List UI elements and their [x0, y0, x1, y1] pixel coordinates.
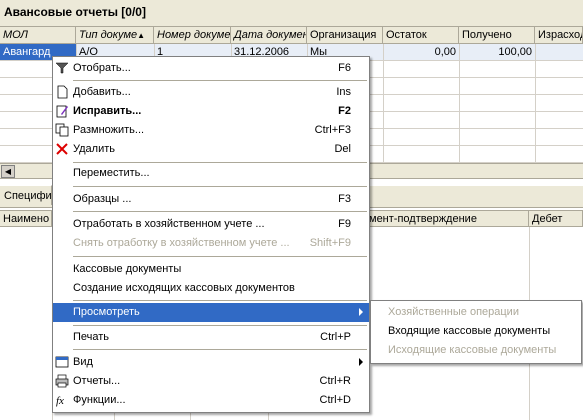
menu-separator [73, 211, 367, 212]
submenu-item-label: Хозяйственные операции [388, 306, 519, 318]
submenu-item-outgoing-cash: Исходящие кассовые документы [371, 341, 581, 360]
menu-item-label: Вид [73, 356, 93, 368]
column-header-name[interactable]: Наимено [0, 211, 52, 228]
submenu-item-label: Исходящие кассовые документы [388, 344, 557, 356]
menu-item-reports[interactable]: Отчеты... Ctrl+R [53, 372, 369, 391]
submenu-arrow-icon [359, 358, 363, 366]
menu-item-view-submenu[interactable]: Просмотреть [53, 303, 369, 322]
menu-separator [73, 186, 367, 187]
menu-item-post[interactable]: Отработать в хозяйственном учете ... F9 [53, 215, 369, 234]
menu-item-create-outgoing-cash[interactable]: Создание исходящих кассовых документов [53, 279, 369, 298]
menu-item-label: Удалить [73, 143, 115, 155]
menu-item-shortcut: F6 [338, 62, 351, 74]
function-icon: fx [56, 395, 64, 407]
svg-text:fx: fx [56, 395, 64, 407]
menu-separator [73, 256, 367, 257]
menu-item-cash-documents[interactable]: Кассовые документы [53, 260, 369, 279]
column-header-doc-type-label: Тип докуме [79, 29, 138, 41]
menu-item-templates[interactable]: Образцы ... F3 [53, 190, 369, 209]
new-document-icon [57, 85, 68, 99]
menu-separator [73, 80, 367, 81]
menu-separator [73, 325, 367, 326]
menu-item-label: Кассовые документы [73, 263, 182, 275]
cell-received[interactable]: 100,00 [459, 44, 535, 60]
cell-balance[interactable]: 0,00 [383, 44, 459, 60]
menu-item-shortcut: Ctrl+R [319, 375, 351, 387]
submenu-item-label: Входящие кассовые документы [388, 325, 551, 337]
column-header-debit[interactable]: Дебет [529, 211, 583, 228]
menu-item-view[interactable]: Вид [53, 353, 369, 372]
column-header-doc-type[interactable]: Тип докуме▲ [76, 27, 154, 44]
menu-item-label: Отработать в хозяйственном учете ... [73, 218, 265, 230]
sort-arrow-icon: ▲ [137, 31, 146, 40]
menu-item-edit[interactable]: Исправить... F2 [53, 102, 369, 121]
tab-specification[interactable]: Специфи [0, 185, 52, 205]
menu-item-label: Создание исходящих кассовых документов [73, 282, 295, 294]
menu-item-label: Исправить... [73, 105, 142, 117]
printer-icon [55, 374, 69, 388]
menu-item-label: Размножить... [73, 124, 145, 136]
menu-item-label: Снять отработку в хозяйственном учете ..… [73, 237, 290, 249]
delete-icon [56, 143, 68, 155]
column-header-balance[interactable]: Остаток [383, 27, 459, 44]
menu-item-label: Просмотреть [73, 306, 140, 318]
submenu-item-incoming-cash[interactable]: Входящие кассовые документы [371, 322, 581, 341]
menu-item-add[interactable]: Добавить... Ins [53, 83, 369, 102]
grid-divider [535, 44, 536, 162]
cell-spent[interactable] [535, 44, 583, 60]
menu-item-shortcut: Ctrl+D [319, 394, 351, 406]
view-icon [55, 356, 69, 368]
submenu-arrow-icon [359, 308, 363, 316]
menu-item-shortcut: Ctrl+F3 [314, 124, 351, 136]
menu-item-label: Образцы ... [73, 193, 132, 205]
menu-item-label: Переместить... [73, 167, 150, 179]
menu-separator [73, 300, 367, 301]
column-header-doc-number[interactable]: Номер докуме [154, 27, 231, 44]
menu-item-label: Добавить... [73, 86, 131, 98]
column-header-mol[interactable]: МОЛ [0, 27, 76, 44]
menu-item-move[interactable]: Переместить... [53, 164, 369, 183]
column-header-received[interactable]: Получено [459, 27, 535, 44]
menu-item-duplicate[interactable]: Размножить... Ctrl+F3 [53, 121, 369, 140]
menu-item-shortcut: Shift+F9 [309, 237, 351, 249]
menu-item-shortcut: Ctrl+P [320, 331, 351, 343]
grid-divider [383, 44, 384, 162]
menu-item-shortcut: F2 [338, 105, 351, 117]
menu-separator [73, 349, 367, 350]
menu-item-filter[interactable]: Отобрать... F6 [53, 59, 369, 78]
submenu-item-business-operations: Хозяйственные операции [371, 303, 581, 322]
column-header-organization[interactable]: Организация [307, 27, 383, 44]
edit-document-icon [56, 105, 68, 118]
filter-icon [55, 62, 69, 74]
context-menu: Отобрать... F6 Добавить... Ins Исправить… [52, 56, 370, 413]
menu-item-label: Отчеты... [73, 375, 121, 387]
column-header-doc-date[interactable]: Дата докумен [231, 27, 307, 44]
menu-item-shortcut: Del [334, 143, 351, 155]
menu-item-delete[interactable]: Удалить Del [53, 140, 369, 159]
menu-item-label: Отобрать... [73, 62, 131, 74]
menu-item-shortcut: F9 [338, 218, 351, 230]
menu-item-functions[interactable]: fx Функции... Ctrl+D [53, 391, 369, 410]
grid-divider [459, 44, 460, 162]
grid-header: МОЛ Тип докуме▲ Номер докуме Дата докуме… [0, 27, 583, 44]
menu-item-label: Функции... [73, 394, 126, 406]
menu-item-shortcut: F3 [338, 193, 351, 205]
menu-item-unpost: Снять отработку в хозяйственном учете ..… [53, 234, 369, 253]
copy-document-icon [55, 123, 69, 137]
window-title: Авансовые отчеты [0/0] [0, 0, 583, 27]
column-header-spent[interactable]: Израсход [535, 27, 583, 44]
view-submenu: Хозяйственные операции Входящие кассовые… [370, 300, 582, 364]
scroll-left-icon[interactable]: ◀ [1, 165, 15, 178]
menu-item-shortcut: Ins [336, 86, 351, 98]
menu-separator [73, 162, 367, 163]
column-header-document[interactable]: мент-подтверждение [366, 211, 529, 228]
menu-item-label: Печать [73, 331, 110, 343]
menu-item-print[interactable]: Печать Ctrl+P [53, 328, 369, 347]
